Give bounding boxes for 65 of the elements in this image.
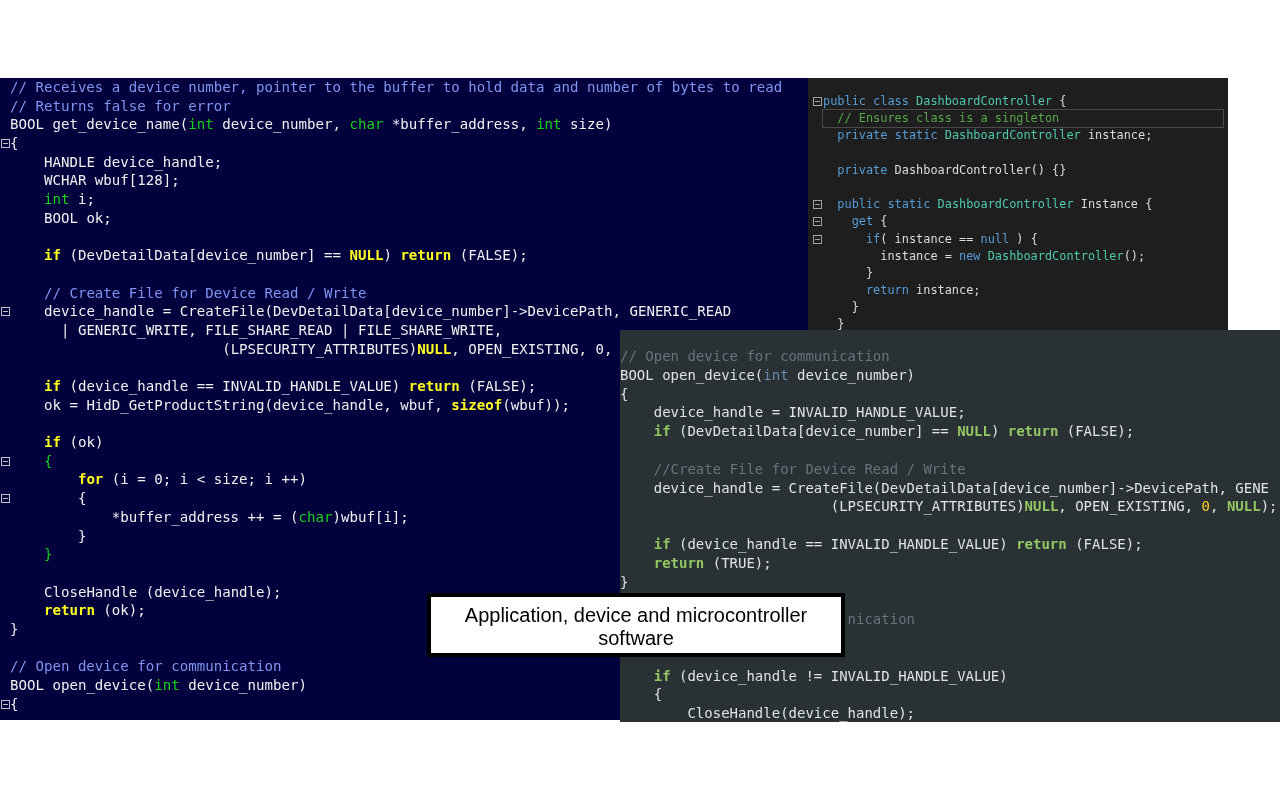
code-line: BOOL open_device(int device_number) xyxy=(10,676,307,695)
code-line: { xyxy=(10,694,19,714)
caption: Application, device and microcontroller software xyxy=(427,593,845,657)
code-line: (LPSECURITY_ATTRIBUTES)NULL, OPEN_EXISTING, 0, NULL); xyxy=(830,497,1278,517)
fold-icon[interactable] xyxy=(1,456,10,466)
code-line: if( instance == null ) { xyxy=(865,230,1038,248)
code-line: HANDLE device_handle; xyxy=(43,152,223,172)
code-line: *buffer_address ++ = (char)wbuf[i]; xyxy=(111,507,409,527)
code-line: } xyxy=(865,264,874,282)
code-line: if (DevDetailData[device_number] == NULL) return (FALSE); xyxy=(43,246,528,265)
code-line: private static DashboardController instance; xyxy=(837,127,1153,145)
code-line: { xyxy=(43,451,53,471)
fold-icon[interactable] xyxy=(813,234,822,244)
code-line: { xyxy=(620,384,629,404)
code-line: CloseHandle (device_handle); xyxy=(43,582,282,602)
code-line: } xyxy=(620,572,629,592)
code-line: } xyxy=(837,316,845,330)
code-line: return instance; xyxy=(865,282,981,300)
code-line: // Returns false for error xyxy=(10,96,231,116)
fold-icon[interactable] xyxy=(813,97,822,106)
code-line: int i; xyxy=(43,190,95,209)
code-line: //Create File for Device Read / Write xyxy=(653,459,966,479)
code-line: device_handle = INVALID_HANDLE_VALUE; xyxy=(653,403,966,423)
code-line: public class DashboardController { xyxy=(823,93,1067,110)
code-line: } xyxy=(43,545,53,564)
code-line: if (device_handle == INVALID_HANDLE_VALUE) return (FALSE); xyxy=(653,534,1143,554)
code-line: BOOL get_device_name(int device_number, char *buffer_address, int size) xyxy=(10,115,613,135)
code-line: // Open device for communication xyxy=(620,347,890,366)
code-line: // Ensures class is a singleton xyxy=(837,110,1060,128)
code-line: return (ok); xyxy=(43,601,146,620)
code-line: BOOL ok; xyxy=(43,208,112,228)
fold-icon[interactable] xyxy=(813,217,822,227)
code-line: device_handle = CreateFile(DevDetailData[device_number]->DevicePath, GENE xyxy=(653,478,1269,498)
code-line: { xyxy=(653,685,663,705)
code-line: ok = HidD_GetProductString(device_handle, wbuf, sizeof(wbuf)); xyxy=(43,395,571,415)
code-line: instance = new DashboardController(); xyxy=(880,247,1146,265)
code-line: if (device_handle != INVALID_HANDLE_VALUE) xyxy=(653,666,1008,686)
code-line: BOOL open_device(int device_number) xyxy=(620,365,916,385)
code-line: { xyxy=(77,489,87,508)
code-line: private DashboardController() {} xyxy=(837,161,1067,179)
code-line: get { xyxy=(851,213,888,231)
code-line: return (TRUE); xyxy=(653,553,772,573)
fold-icon[interactable] xyxy=(813,200,822,210)
fold-icon[interactable] xyxy=(1,494,10,504)
code-line: // Create File for Device Read / Write xyxy=(43,283,367,303)
code-line: } xyxy=(10,619,19,639)
code-line: nication xyxy=(847,610,915,629)
code-line: // Open device for communication xyxy=(10,657,282,676)
code-line: if (DevDetailData[device_number] == NULL) return (FALSE); xyxy=(653,422,1135,441)
fold-icon[interactable] xyxy=(1,139,10,149)
code-line: } xyxy=(851,299,859,317)
fold-icon[interactable] xyxy=(1,307,10,317)
code-line: // Receives a device number, pointer to the buffer to hold data and number of bytes to read xyxy=(10,78,783,97)
code-line: (LPSECURITY_ATTRIBUTES)NULL, OPEN_EXISTING, 0, xyxy=(222,339,613,359)
code-line: public static DashboardController Instance { xyxy=(837,196,1153,214)
code-line: } xyxy=(77,526,87,546)
code-line: if (device_handle == INVALID_HANDLE_VALUE) return (FALSE); xyxy=(43,377,537,396)
code-line: WCHAR wbuf[128]; xyxy=(43,171,180,191)
code-line: { xyxy=(10,134,19,153)
code-line: for (i = 0; i < size; i ++) xyxy=(77,470,307,490)
code-line: | GENERIC_WRITE, FILE_SHARE_READ | FILE_SHARE_WRITE, xyxy=(60,320,503,340)
code-line: if (ok) xyxy=(43,433,104,452)
code-line: device_handle = CreateFile(DevDetailData[device_number]->DevicePath, GENERIC_READ xyxy=(43,302,732,321)
fold-icon[interactable] xyxy=(1,699,10,709)
code-line: CloseHandle(device_handle); xyxy=(687,704,915,722)
